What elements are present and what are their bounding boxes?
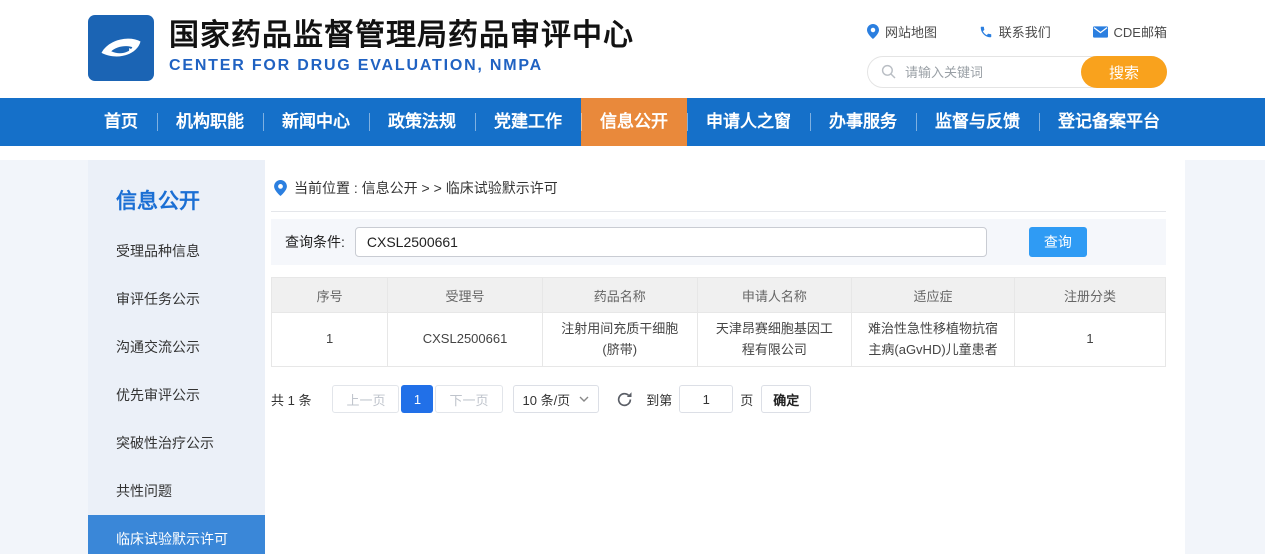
col-header-indication: 适应症 <box>852 278 1015 313</box>
refresh-icon <box>616 391 633 408</box>
site-header: 国家药品监督管理局药品审评中心 CENTER FOR DRUG EVALUATI… <box>0 0 1265 98</box>
chevron-down-icon <box>579 396 589 402</box>
cell-applicant: 天津昂赛细胞基因工程有限公司 <box>697 313 852 367</box>
pagination-total: 共 1 条 <box>271 390 311 409</box>
nav-item-registration-platform[interactable]: 登记备案平台 <box>1039 98 1179 146</box>
goto-confirm-button[interactable]: 确定 <box>761 385 811 413</box>
cde-mail-link-label: CDE邮箱 <box>1114 22 1167 41</box>
refresh-button[interactable] <box>616 391 633 408</box>
cell-drug-name: 注射用间充质干细胞(脐带) <box>542 313 697 367</box>
col-header-applicant: 申请人名称 <box>697 278 852 313</box>
current-page-button[interactable]: 1 <box>401 385 433 413</box>
cell-indication: 难治性急性移植物抗宿主病(aGvHD)儿童患者 <box>852 313 1015 367</box>
goto-page-prefix: 到第 <box>646 390 672 409</box>
nav-item-news[interactable]: 新闻中心 <box>263 98 369 146</box>
contact-link-label: 联系我们 <box>999 22 1051 41</box>
prev-page-button[interactable]: 上一页 <box>332 385 399 413</box>
query-button[interactable]: 查询 <box>1029 227 1087 257</box>
query-input[interactable] <box>355 227 987 257</box>
main-content: 当前位置 : 信息公开 > > 临床试验默示许可 查询条件: 查询 序号 受理号… <box>265 160 1185 554</box>
nav-content-gap <box>0 146 1265 160</box>
page-body: 信息公开 受理品种信息 审评任务公示 沟通交流公示 优先审评公示 突破性治疗公示… <box>0 160 1265 554</box>
nav-item-policies[interactable]: 政策法规 <box>369 98 475 146</box>
sidebar-title: 信息公开 <box>88 160 265 227</box>
query-label: 查询条件: <box>285 232 345 252</box>
contact-link[interactable]: 联系我们 <box>979 22 1051 41</box>
nav-item-info-disclosure[interactable]: 信息公开 <box>581 98 687 146</box>
sidebar-item-common-issues[interactable]: 共性问题 <box>88 467 265 515</box>
sitemap-link-label: 网站地图 <box>885 22 937 41</box>
sidebar-item-review-tasks[interactable]: 审评任务公示 <box>88 275 265 323</box>
breadcrumb-text: 当前位置 : 信息公开 > > 临床试验默示许可 <box>294 178 558 198</box>
breadcrumb: 当前位置 : 信息公开 > > 临床试验默示许可 <box>271 172 1166 212</box>
goto-page-suffix: 页 <box>740 390 753 409</box>
nav-item-supervision[interactable]: 监督与反馈 <box>916 98 1039 146</box>
cde-fish-logo-icon <box>95 22 147 74</box>
site-search-button[interactable]: 搜索 <box>1081 56 1167 88</box>
site-subtitle: CENTER FOR DRUG EVALUATION, NMPA <box>169 57 634 75</box>
nav-item-home[interactable]: 首页 <box>85 98 157 146</box>
col-header-acceptance-no: 受理号 <box>388 278 543 313</box>
content-container: 信息公开 受理品种信息 审评任务公示 沟通交流公示 优先审评公示 突破性治疗公示… <box>88 160 1185 554</box>
cell-index: 1 <box>272 313 388 367</box>
pagination: 共 1 条 上一页 1 下一页 10 条/页 到第 页 确定 <box>271 385 1166 413</box>
page-size-label: 10 条/页 <box>523 390 571 409</box>
cell-acceptance-no: CXSL2500661 <box>388 313 543 367</box>
cell-registration-class: 1 <box>1014 313 1165 367</box>
query-bar: 查询条件: 查询 <box>271 219 1166 265</box>
nav-item-functions[interactable]: 机构职能 <box>157 98 263 146</box>
brand-area: 国家药品监督管理局药品审评中心 CENTER FOR DRUG EVALUATI… <box>88 15 634 81</box>
results-header-row: 序号 受理号 药品名称 申请人名称 适应症 注册分类 <box>272 278 1166 313</box>
brand-titles: 国家药品监督管理局药品审评中心 CENTER FOR DRUG EVALUATI… <box>169 15 634 81</box>
sitemap-link[interactable]: 网站地图 <box>867 22 937 41</box>
col-header-drug-name: 药品名称 <box>542 278 697 313</box>
col-header-registration-class: 注册分类 <box>1014 278 1165 313</box>
nav-item-services[interactable]: 办事服务 <box>810 98 916 146</box>
magnifier-icon <box>881 64 897 80</box>
nav-item-party[interactable]: 党建工作 <box>475 98 581 146</box>
main-nav-inner: 首页 机构职能 新闻中心 政策法规 党建工作 信息公开 申请人之窗 办事服务 监… <box>85 98 1180 146</box>
main-nav: 首页 机构职能 新闻中心 政策法规 党建工作 信息公开 申请人之窗 办事服务 监… <box>0 98 1265 146</box>
sidebar-item-breakthrough-therapy[interactable]: 突破性治疗公示 <box>88 419 265 467</box>
results-table: 序号 受理号 药品名称 申请人名称 适应症 注册分类 1 CXSL2500661… <box>271 277 1166 367</box>
location-pin-icon <box>274 180 287 196</box>
site-search-input[interactable] <box>905 65 1070 80</box>
results-table-body: 1 CXSL2500661 注射用间充质干细胞(脐带) 天津昂赛细胞基因工程有限… <box>272 313 1166 367</box>
sidebar-item-communication[interactable]: 沟通交流公示 <box>88 323 265 371</box>
sidebar-item-accepted-products[interactable]: 受理品种信息 <box>88 227 265 275</box>
nav-item-applicant-window[interactable]: 申请人之窗 <box>687 98 810 146</box>
results-table-head: 序号 受理号 药品名称 申请人名称 适应症 注册分类 <box>272 278 1166 313</box>
table-row: 1 CXSL2500661 注射用间充质干细胞(脐带) 天津昂赛细胞基因工程有限… <box>272 313 1166 367</box>
page-size-select[interactable]: 10 条/页 <box>513 385 600 413</box>
cde-mail-link[interactable]: CDE邮箱 <box>1093 22 1167 41</box>
sidebar-item-priority-review[interactable]: 优先审评公示 <box>88 371 265 419</box>
sidebar: 信息公开 受理品种信息 审评任务公示 沟通交流公示 优先审评公示 突破性治疗公示… <box>88 160 265 554</box>
goto-page-input[interactable] <box>679 385 733 413</box>
col-header-index: 序号 <box>272 278 388 313</box>
site-search-bar: 搜索 <box>867 56 1167 88</box>
next-page-button[interactable]: 下一页 <box>435 385 502 413</box>
top-links: 网站地图 联系我们 CDE邮箱 <box>867 22 1167 41</box>
header-utility-area: 网站地图 联系我们 CDE邮箱 搜索 <box>867 22 1167 88</box>
cde-logo[interactable] <box>88 15 154 81</box>
phone-icon <box>979 25 993 39</box>
sidebar-item-clinical-trial-license[interactable]: 临床试验默示许可 <box>88 515 265 554</box>
location-pin-icon <box>867 24 879 39</box>
envelope-icon <box>1093 26 1108 38</box>
site-title: 国家药品监督管理局药品审评中心 <box>169 17 634 55</box>
